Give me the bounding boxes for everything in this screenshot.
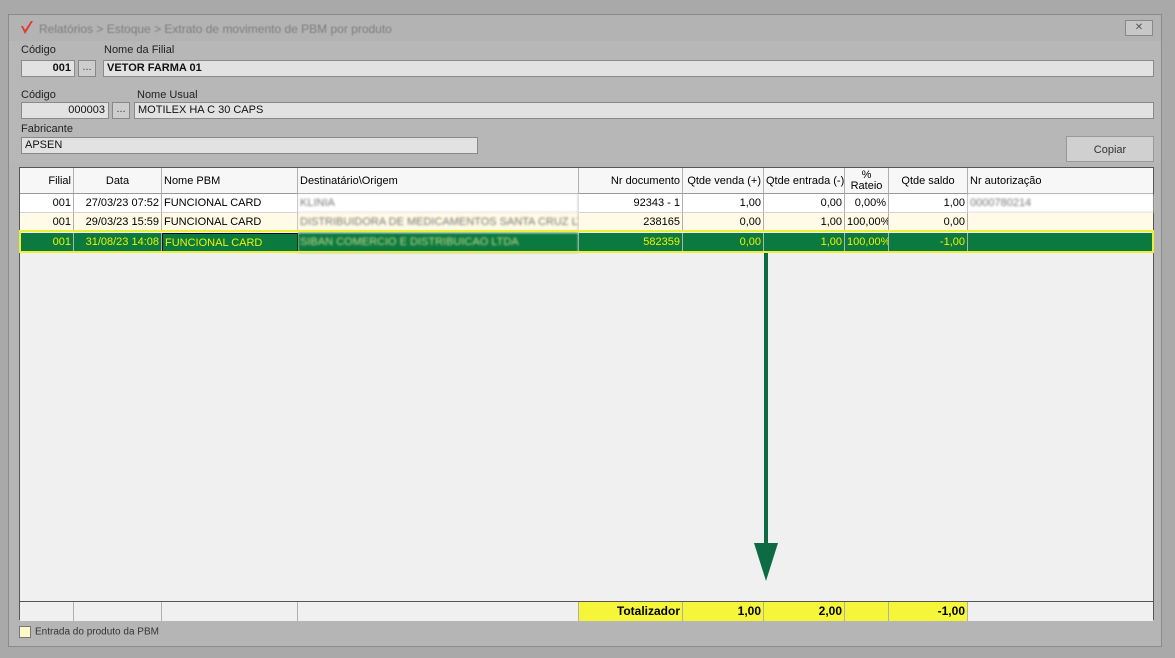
close-button[interactable]: ✕	[1125, 20, 1153, 36]
status-bar: Entrada do produto da PBM	[19, 626, 159, 641]
cell-data: 31/08/23 14:08	[74, 233, 162, 252]
title-bar: Relatórios > Estoque > Extrato de movime…	[9, 15, 1161, 41]
table-row[interactable]: 001 29/03/23 15:59 FUNCIONAL CARD DISTRI…	[20, 213, 1153, 232]
col-qtde-venda[interactable]: Qtde venda (+)	[683, 168, 764, 194]
cell-qtde-saldo: 1,00	[889, 194, 968, 213]
total-qtde-venda: 1,00	[683, 602, 764, 621]
fabricante-label: Fabricante	[21, 123, 73, 135]
produto-code-label: Código	[21, 89, 56, 101]
cell-rateio: 0,00%	[845, 194, 889, 213]
cell-nr-autorizacao: 0000780214	[968, 194, 1153, 213]
cell-filial: 001	[20, 213, 74, 232]
total-empty-filial	[20, 602, 74, 621]
col-destinatario[interactable]: Destinatário\Origem	[298, 168, 579, 194]
cell-destinatario: DISTRIBUIDORA DE MEDICAMENTOS SANTA CRUZ…	[298, 213, 579, 232]
filial-lookup-button[interactable]: ...	[78, 60, 96, 77]
col-data[interactable]: Data	[74, 168, 162, 194]
totals-row: Totalizador 1,00 2,00 -1,00	[20, 601, 1153, 621]
cell-data: 29/03/23 15:59	[74, 213, 162, 232]
cell-nr-documento: 582359	[579, 233, 683, 252]
cell-rateio: 100,00%	[845, 233, 889, 252]
table-header: Filial Data Nome PBM Destinatário\Origem…	[20, 168, 1153, 194]
table-row-selected[interactable]: 001 31/08/23 14:08 FUNCIONAL CARD SIBAN …	[20, 233, 1153, 252]
cell-nome-pbm: FUNCIONAL CARD	[162, 213, 298, 232]
total-qtde-entrada: 2,00	[764, 602, 845, 621]
filial-code-field[interactable]: 001	[21, 60, 75, 77]
cell-nome-pbm: FUNCIONAL CARD	[162, 194, 298, 213]
window-title: Relatórios > Estoque > Extrato de movime…	[39, 22, 392, 36]
cell-qtde-entrada: 0,00	[764, 194, 845, 213]
cell-nr-autorizacao	[968, 213, 1153, 232]
cell-data: 27/03/23 07:52	[74, 194, 162, 213]
cell-filial: 001	[20, 233, 74, 252]
cell-qtde-entrada: 1,00	[764, 233, 845, 252]
col-rateio[interactable]: % Rateio	[845, 168, 889, 194]
filial-code-label: Código	[21, 44, 56, 56]
cell-qtde-saldo: 0,00	[889, 213, 968, 232]
arrow-down-icon	[754, 253, 778, 581]
total-empty-pbm	[162, 602, 298, 621]
cell-destinatario: SIBAN COMERCIO E DISTRIBUICAO LTDA	[298, 233, 579, 252]
col-nr-documento[interactable]: Nr documento	[579, 168, 683, 194]
cell-nr-autorizacao	[968, 233, 1153, 252]
col-filial[interactable]: Filial	[20, 168, 74, 194]
cell-nr-documento: 92343 - 1	[579, 194, 683, 213]
cell-qtde-venda: 1,00	[683, 194, 764, 213]
cell-qtde-entrada: 1,00	[764, 213, 845, 232]
cell-qtde-saldo: -1,00	[889, 233, 968, 252]
cell-destinatario: KLINIA	[298, 194, 579, 213]
cell-qtde-venda: 0,00	[683, 213, 764, 232]
col-nr-autorizacao[interactable]: Nr autorização	[968, 168, 1153, 194]
cell-nome-pbm: FUNCIONAL CARD	[162, 233, 298, 252]
total-rateio	[845, 602, 889, 621]
totals-label: Totalizador	[579, 602, 683, 621]
total-empty-destinatario	[298, 602, 579, 621]
cell-qtde-venda: 0,00	[683, 233, 764, 252]
col-qtde-saldo[interactable]: Qtde saldo	[889, 168, 968, 194]
col-nome-pbm[interactable]: Nome PBM	[162, 168, 298, 194]
report-window: Relatórios > Estoque > Extrato de movime…	[8, 14, 1162, 647]
cell-nr-documento: 238165	[579, 213, 683, 232]
total-empty-autorizacao	[968, 602, 1153, 621]
fabricante-field[interactable]: APSEN	[21, 137, 478, 154]
table-row[interactable]: 001 27/03/23 07:52 FUNCIONAL CARD KLINIA…	[20, 194, 1153, 213]
produto-name-field[interactable]: MOTILEX HA C 30 CAPS	[134, 102, 1154, 119]
copy-button[interactable]: Copiar	[1066, 136, 1154, 162]
app-logo-icon	[21, 21, 33, 34]
movements-table: Filial Data Nome PBM Destinatário\Origem…	[19, 167, 1154, 621]
cell-rateio: 100,00%	[845, 213, 889, 232]
produto-name-label: Nome Usual	[137, 89, 198, 101]
col-rateio-bottom: Rateio	[850, 180, 883, 192]
filter-form: Código 001 ... Nome da Filial VETOR FARM…	[9, 41, 1161, 163]
entrada-pbm-label: Entrada do produto da PBM	[35, 626, 159, 638]
produto-code-field[interactable]: 000003	[21, 102, 109, 119]
filial-name-label: Nome da Filial	[104, 44, 175, 56]
entrada-pbm-checkbox[interactable]	[19, 626, 31, 638]
produto-lookup-button[interactable]: ...	[112, 102, 130, 119]
total-empty-data	[74, 602, 162, 621]
total-qtde-saldo: -1,00	[889, 602, 968, 621]
cell-filial: 001	[20, 194, 74, 213]
col-qtde-entrada[interactable]: Qtde entrada (-)	[764, 168, 845, 194]
filial-name-field[interactable]: VETOR FARMA 01	[103, 60, 1154, 77]
